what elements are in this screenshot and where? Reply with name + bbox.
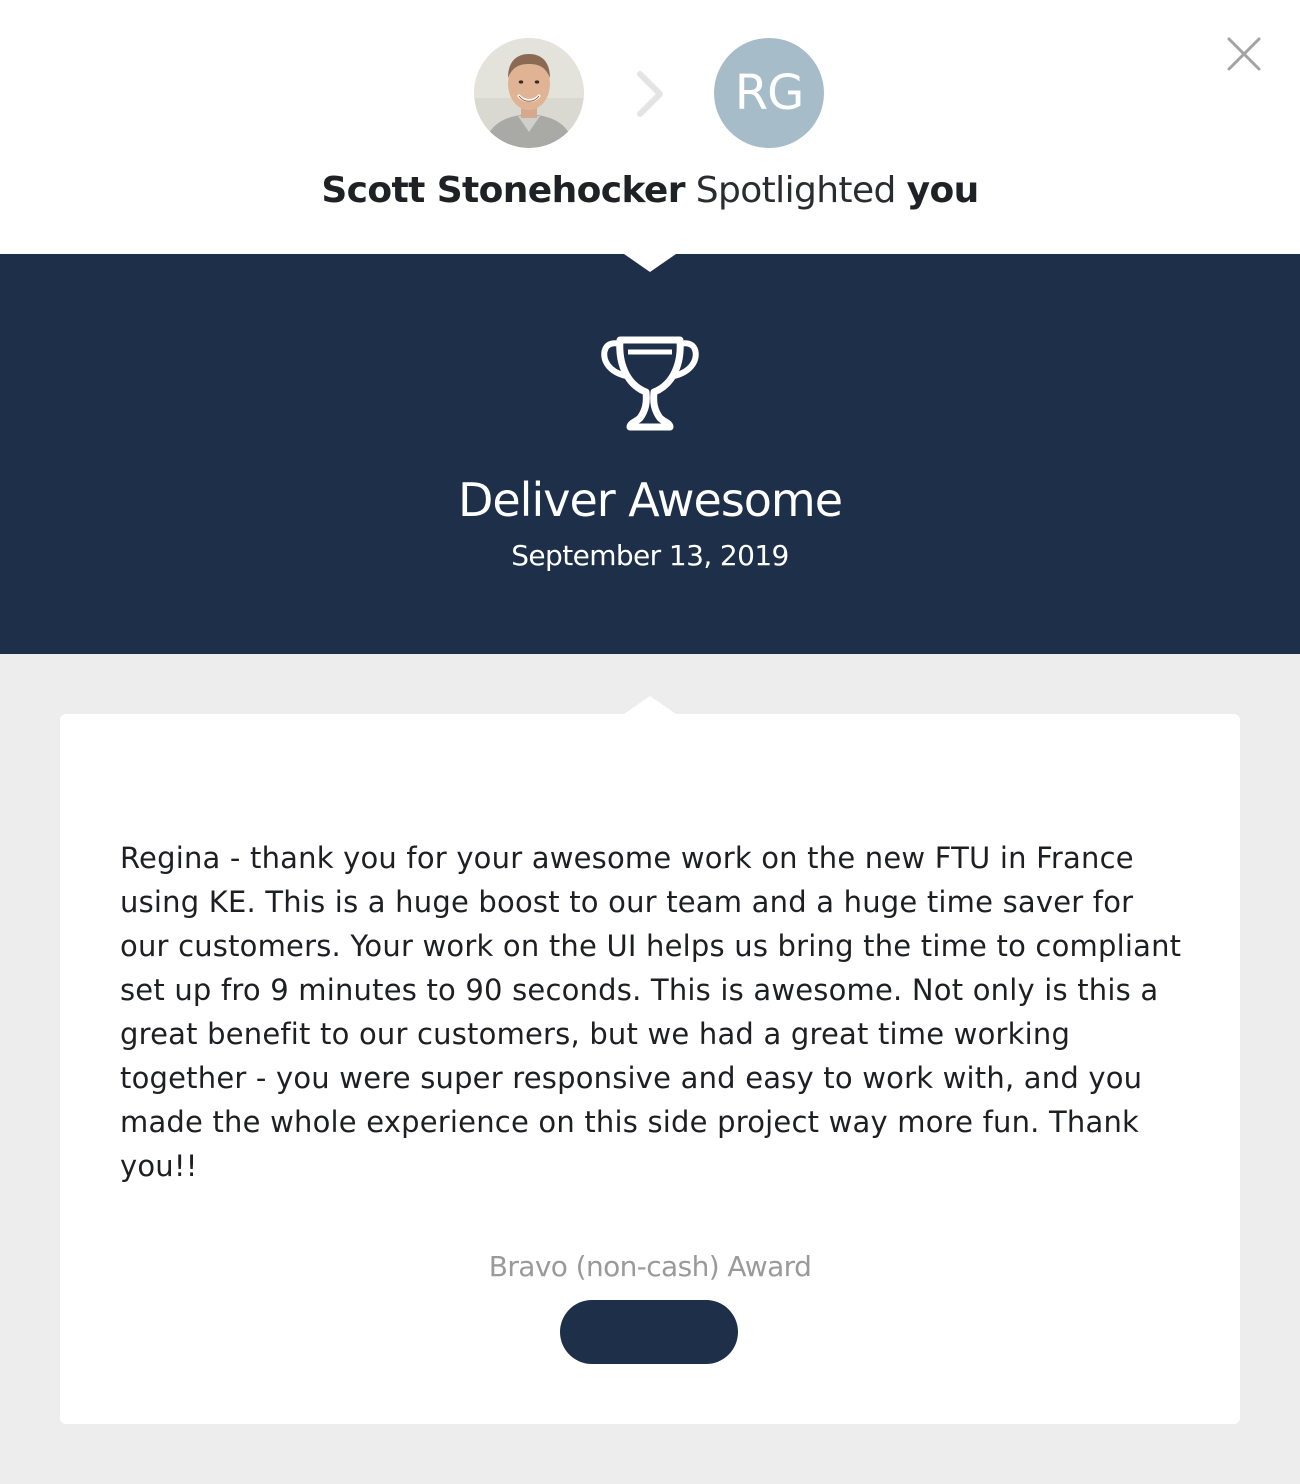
sender-name[interactable]: Scott Stonehocker: [321, 170, 685, 211]
trophy-icon: [598, 330, 702, 436]
close-button[interactable]: [1222, 32, 1266, 76]
chevron-right-icon: [630, 66, 670, 122]
spotlight-modal: RG Scott Stonehocker Spotlighted you Del…: [0, 0, 1300, 1484]
spotlight-header: RG Scott Stonehocker Spotlighted you: [0, 0, 1300, 254]
award-type-label: Bravo (non-cash) Award: [488, 1250, 812, 1283]
action-text: Spotlighted: [695, 170, 897, 211]
card-notch: [624, 696, 676, 714]
award-action-button[interactable]: [560, 1300, 738, 1364]
award-banner: [0, 254, 1300, 654]
award-date: September 13, 2019: [511, 539, 789, 572]
message-card: Regina - thank you for your awesome work…: [60, 696, 1240, 1424]
spotlight-headline: Scott Stonehocker Spotlighted you: [0, 166, 1300, 216]
award-title: Deliver Awesome: [457, 473, 843, 527]
spotlight-message: Regina - thank you for your awesome work…: [120, 841, 1182, 1183]
recipient-avatar: RG: [714, 38, 824, 148]
recipient-text: you: [906, 170, 980, 211]
sender-avatar: [474, 38, 584, 148]
close-icon: [1227, 37, 1261, 71]
banner-notch: [624, 254, 676, 272]
